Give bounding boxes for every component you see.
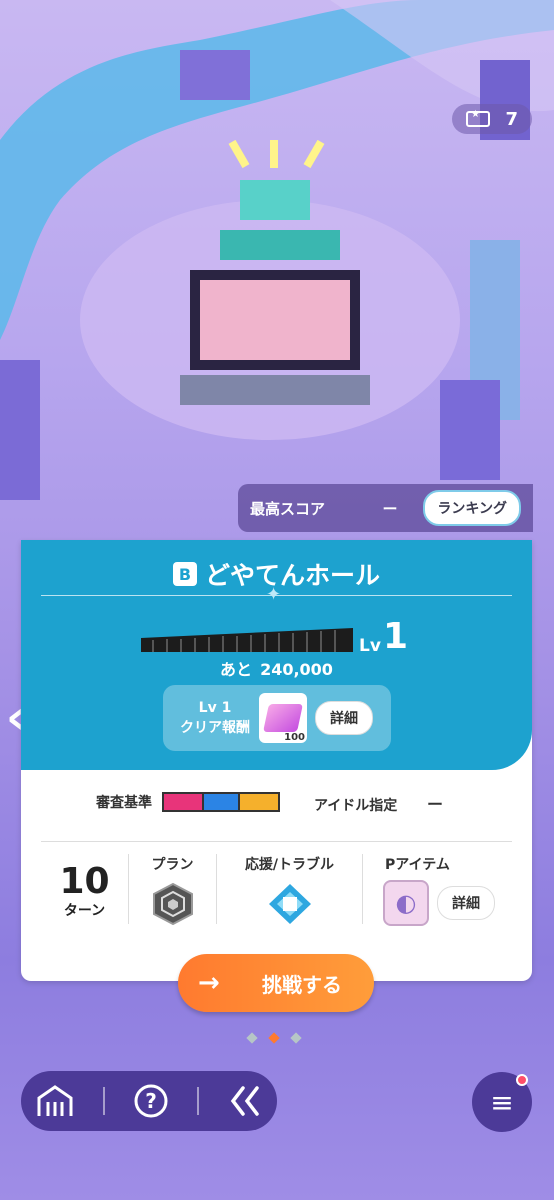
notification-dot bbox=[516, 1074, 528, 1086]
p-item-slot[interactable]: ◐ bbox=[383, 880, 429, 926]
ticket-icon bbox=[466, 109, 490, 127]
p-item-label: Pアイテム bbox=[385, 857, 450, 873]
remaining-label: あと bbox=[220, 660, 253, 679]
stage-name: どやてんホール bbox=[204, 561, 380, 590]
ticket-counter[interactable]: 7 bbox=[452, 104, 532, 134]
clear-reward-text: Lv 1 クリア報酬 bbox=[173, 698, 257, 738]
challenge-button-label: 挑戦する bbox=[262, 972, 342, 997]
back-icon[interactable] bbox=[227, 1084, 263, 1118]
idol-designation-label: アイドル指定 bbox=[314, 798, 398, 814]
idol-designation-value: ー bbox=[427, 795, 444, 814]
reward-level: Lv 1 bbox=[198, 700, 232, 716]
plan-icon[interactable] bbox=[152, 882, 194, 926]
reward-label: クリア報酬 bbox=[180, 720, 250, 736]
plan-column: プラン bbox=[129, 854, 217, 926]
home-icon[interactable] bbox=[35, 1084, 75, 1118]
page-dot bbox=[246, 1032, 258, 1044]
turn-count-value: 10 bbox=[59, 861, 110, 902]
nav-separator bbox=[197, 1087, 199, 1115]
stage-building-illustration bbox=[180, 140, 370, 405]
best-score-label: 最高スコア bbox=[250, 499, 326, 518]
help-icon[interactable]: ? bbox=[133, 1083, 169, 1119]
mirror-icon: ◐ bbox=[395, 889, 417, 917]
judging-criteria-bars bbox=[162, 792, 280, 812]
turn-count-unit: ターン bbox=[63, 903, 106, 919]
criteria-bar-dance bbox=[202, 794, 240, 810]
divider-star-icon: ✦ bbox=[266, 584, 282, 605]
reward-item[interactable]: 100 bbox=[259, 693, 307, 743]
judging-criteria: 審査基準 bbox=[96, 792, 280, 812]
remaining-value: 240,000 bbox=[260, 660, 333, 679]
level-number: 1 bbox=[383, 616, 409, 657]
svg-text:?: ? bbox=[145, 1089, 157, 1113]
stage-info-row: 10 ターン プラン 応援/トラブル Pアイテム ◐ 詳細 bbox=[41, 841, 512, 929]
ranking-button[interactable]: ランキング bbox=[423, 490, 521, 526]
bottom-nav-bar: ? bbox=[21, 1071, 277, 1131]
stage-card-header: B どやてんホール ✦ Lv 1 あと 240,000 Lv 1 クリア報酬 1… bbox=[21, 540, 532, 770]
reward-quantity: 100 bbox=[284, 732, 305, 743]
menu-icon: ≡ bbox=[490, 1085, 514, 1119]
arrow-right-icon: → bbox=[198, 968, 220, 998]
page-dot-active bbox=[268, 1032, 280, 1044]
support-trouble-label: 応援/トラブル bbox=[244, 857, 335, 873]
best-score-value: ー bbox=[382, 499, 398, 518]
nav-separator bbox=[103, 1087, 105, 1115]
remaining-score: あと 240,000 bbox=[21, 656, 532, 680]
criteria-bar-vocal bbox=[164, 794, 202, 810]
clear-reward-box: Lv 1 クリア報酬 100 詳細 bbox=[163, 685, 391, 751]
reward-detail-button[interactable]: 詳細 bbox=[315, 701, 373, 735]
plan-label: プラン bbox=[151, 857, 194, 873]
level-gauge bbox=[141, 628, 353, 652]
best-score-bar: 最高スコア ー ランキング bbox=[238, 484, 533, 532]
judging-criteria-label: 審査基準 bbox=[96, 795, 152, 811]
page-dot bbox=[290, 1032, 302, 1044]
stage-card: B どやてんホール ✦ Lv 1 あと 240,000 Lv 1 クリア報酬 1… bbox=[21, 540, 532, 981]
menu-button[interactable]: ≡ bbox=[472, 1072, 532, 1132]
criteria-bar-visual bbox=[240, 794, 278, 810]
support-trouble-icon[interactable] bbox=[267, 882, 313, 926]
turn-count: 10 ターン bbox=[41, 854, 129, 924]
page-indicator bbox=[246, 1032, 302, 1044]
p-item-column: Pアイテム ◐ 詳細 bbox=[363, 854, 512, 926]
stage-rank-badge: B bbox=[172, 562, 197, 586]
p-item-detail-button[interactable]: 詳細 bbox=[437, 886, 495, 920]
challenge-button[interactable]: → 挑戦する bbox=[178, 954, 374, 1012]
support-trouble-column: 応援/トラブル bbox=[217, 854, 363, 924]
level-label: Lv bbox=[359, 636, 381, 656]
gem-icon bbox=[263, 704, 303, 732]
ticket-count: 7 bbox=[505, 108, 518, 130]
